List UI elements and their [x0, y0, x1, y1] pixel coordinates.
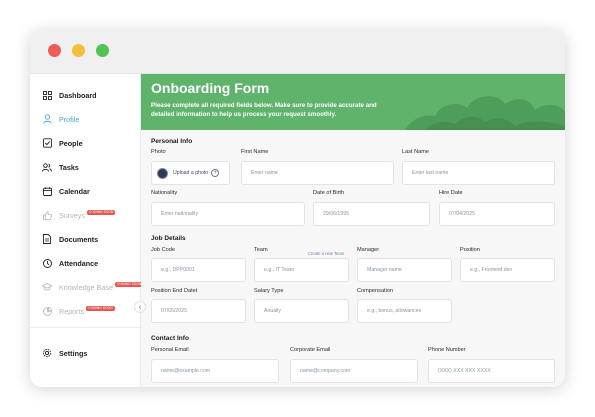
sidebar-item-label: Calendar: [59, 186, 90, 196]
upload-photo-button[interactable]: Upload a photo +: [151, 161, 230, 185]
create-team-link[interactable]: Create a new Team: [308, 251, 344, 256]
pie-chart-icon: [42, 306, 52, 316]
add-icon: +: [211, 169, 220, 177]
title-bar: [30, 30, 565, 74]
dob-label: Date of Birth: [313, 190, 345, 196]
upload-photo-label: Upload a photo: [173, 170, 209, 176]
sidebar-item-dashboard[interactable]: Dashboard: [42, 88, 97, 102]
sidebar-item-label: Dashboard: [59, 90, 97, 100]
chevron-left-icon: ‹: [138, 303, 142, 311]
sidebar-item-label: Surveys: [59, 210, 85, 220]
position-field[interactable]: e.g., Frontend dev: [460, 258, 555, 282]
sidebar-item-surveys: Surveys COMING SOON: [42, 208, 116, 222]
personal-email-label: Personal Email: [151, 347, 189, 353]
sidebar-item-label: Attendance: [59, 258, 99, 268]
hire-date-field[interactable]: 07/04/2025: [439, 202, 555, 226]
thumbs-up-icon: [42, 210, 52, 220]
user-icon: [42, 114, 52, 124]
form-subtitle: Please complete all required fields belo…: [151, 102, 377, 118]
sidebar: Dashboard Profile People Tasks Calendar …: [30, 74, 144, 387]
gear-icon: [42, 348, 52, 358]
first-name-label: First Name: [241, 149, 269, 155]
team-label: Team: [254, 247, 268, 253]
manager-label: Manager: [357, 247, 380, 253]
sidebar-item-profile[interactable]: Profile: [42, 112, 79, 126]
last-name-field[interactable]: Enter last name: [402, 161, 555, 185]
tasks-icon: [42, 162, 52, 172]
phone-field[interactable]: (XXX) XXX XXX XXXX: [428, 359, 555, 383]
team-field[interactable]: e.g., IT Team: [254, 258, 349, 282]
sidebar-item-label: Knowledge Base: [59, 282, 113, 292]
sidebar-item-people[interactable]: People: [42, 136, 83, 150]
nationality-field[interactable]: Enter nationality: [151, 202, 305, 226]
app-window: Dashboard Profile People Tasks Calendar …: [30, 30, 565, 387]
graduation-cap-icon: [42, 282, 52, 292]
position-end-field[interactable]: 07/05/2025: [151, 299, 246, 323]
sidebar-item-settings[interactable]: Settings: [42, 346, 87, 360]
personal-info-heading: Personal Info: [151, 138, 193, 145]
corporate-email-label: Corporate Email: [290, 347, 331, 353]
manager-field[interactable]: Manager name: [357, 258, 452, 282]
sidebar-item-documents[interactable]: Documents: [42, 232, 98, 246]
form-header: Onboarding Form Please complete all requ…: [141, 74, 565, 130]
first-name-field[interactable]: Enter name: [241, 161, 394, 185]
phone-label: Phone Number: [428, 347, 466, 353]
main-content: Onboarding Form Please complete all requ…: [141, 74, 565, 387]
position-label: Position: [460, 247, 480, 253]
sidebar-item-reports: Reports COMING SOON: [42, 304, 115, 318]
photo-label: Photo: [151, 149, 166, 155]
close-window-button[interactable]: [48, 44, 61, 57]
document-icon: [42, 234, 52, 244]
sidebar-item-label: Profile: [59, 114, 80, 124]
job-code-label: Job Code: [151, 247, 175, 253]
sidebar-item-label: People: [59, 138, 83, 148]
people-icon: [42, 138, 52, 148]
calendar-icon: [42, 186, 52, 196]
minimize-window-button[interactable]: [72, 44, 85, 57]
sidebar-item-knowledge-base: Knowledge Base COMING SOON: [42, 280, 144, 294]
position-end-label: Position End Datet: [151, 288, 198, 294]
job-code-field[interactable]: e.g., DPP0001: [151, 258, 246, 282]
form-title: Onboarding Form: [151, 80, 270, 96]
avatar: [157, 167, 168, 179]
sidebar-divider: [30, 327, 140, 328]
coming-soon-badge: COMING SOON: [86, 305, 115, 311]
compensation-field[interactable]: e.g., bonus, allowances: [357, 299, 452, 323]
hire-date-label: Hire Date: [439, 190, 463, 196]
personal-email-field[interactable]: name@example.com: [151, 359, 279, 383]
compensation-label: Compensation: [357, 288, 394, 294]
cloud-decoration: [405, 96, 565, 130]
salary-type-field[interactable]: Anually: [254, 299, 349, 323]
nationality-label: Nationality: [151, 190, 178, 196]
sidebar-item-label: Documents: [59, 234, 99, 244]
maximize-window-button[interactable]: [96, 44, 109, 57]
sidebar-item-tasks[interactable]: Tasks: [42, 160, 79, 174]
job-details-heading: Job Details: [151, 235, 186, 242]
corporate-email-field[interactable]: name@company.com: [290, 359, 418, 383]
last-name-label: Last Name: [402, 149, 430, 155]
contact-info-heading: Contact Info: [151, 335, 189, 342]
clock-icon: [42, 258, 52, 268]
coming-soon-badge: COMING SOON: [114, 281, 144, 287]
dob-field[interactable]: 29/06/1995: [313, 202, 430, 226]
sidebar-item-label: Reports: [59, 306, 85, 316]
sidebar-item-calendar[interactable]: Calendar: [42, 184, 90, 198]
salary-type-label: Salary Type: [254, 288, 284, 294]
sidebar-item-label: Tasks: [59, 162, 79, 172]
collapse-sidebar-button[interactable]: ‹: [134, 301, 146, 313]
coming-soon-badge: COMING SOON: [86, 209, 116, 215]
grid-icon: [42, 90, 52, 100]
sidebar-item-label: Settings: [59, 348, 88, 358]
sidebar-item-attendance[interactable]: Attendance: [42, 256, 98, 270]
